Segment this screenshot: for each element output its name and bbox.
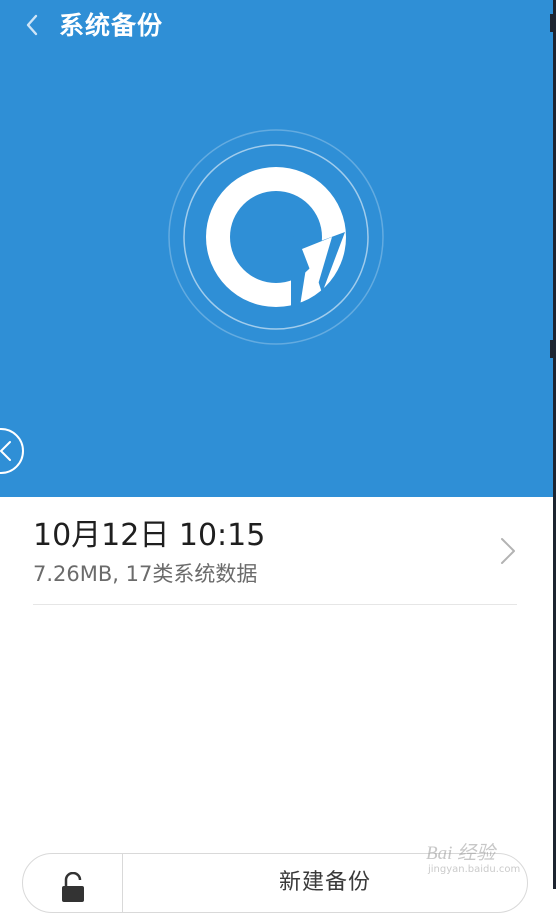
- backup-logo-icon: [168, 129, 384, 345]
- backup-details: 7.26MB, 17类系统数据: [33, 562, 258, 586]
- page-title: 系统备份: [59, 11, 164, 40]
- list-divider: [33, 604, 517, 605]
- watermark-text: Bai 经验: [426, 843, 496, 864]
- watermark-url: jingyan.baidu.com: [428, 864, 521, 875]
- edge-marker: [550, 340, 556, 358]
- chevron-left-icon: [0, 441, 11, 461]
- chevron-left-icon: [26, 14, 38, 36]
- unlock-icon: [62, 872, 84, 902]
- side-back-button[interactable]: [0, 428, 24, 474]
- header-hero: 系统备份: [0, 0, 553, 497]
- backup-time: 10月12日 10:15: [33, 518, 266, 553]
- edge-marker: [550, 14, 556, 32]
- watermark: Bai 经验 jingyan.baidu.com: [426, 828, 554, 886]
- chevron-right-icon: [501, 538, 515, 564]
- unlock-button[interactable]: [23, 854, 122, 912]
- back-button[interactable]: [18, 10, 46, 40]
